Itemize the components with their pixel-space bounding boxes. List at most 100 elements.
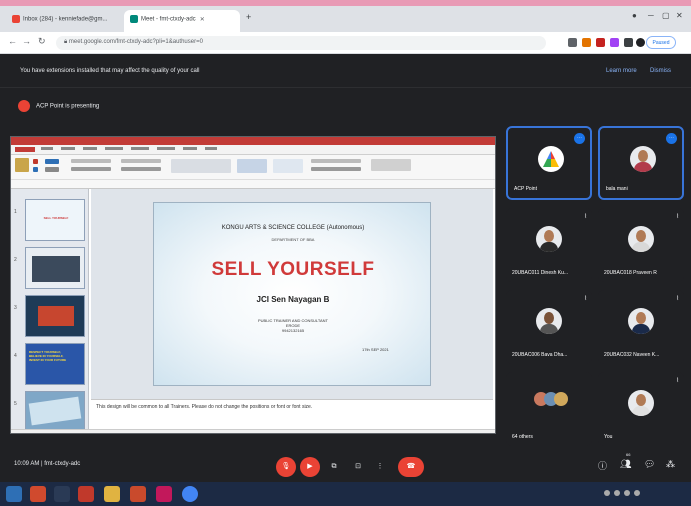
participant-tile[interactable]: ⌇ 20UBAC011 Dinesh Ku... — [506, 208, 592, 282]
banner-message: You have extensions installed that may a… — [20, 68, 200, 74]
present-button[interactable]: ⊡ — [348, 457, 368, 477]
back-icon[interactable]: ← — [8, 36, 17, 46]
people-icon[interactable]: 👥︎ — [620, 459, 631, 470]
current-slide[interactable]: KONGU ARTS & SCIENCE COLLEGE (Autonomous… — [153, 202, 431, 386]
font-box — [71, 159, 111, 163]
extension-puzzle-icon[interactable] — [624, 38, 633, 47]
slide-speaker: JCI Sen Nayagan B — [256, 295, 330, 304]
cut-icon — [33, 159, 38, 164]
tray-icon[interactable] — [604, 490, 610, 496]
ppt-ribbon — [11, 155, 495, 189]
captions-button[interactable]: ⧉ — [324, 457, 344, 477]
start-icon[interactable] — [6, 486, 22, 502]
new-tab-button[interactable]: + — [242, 10, 258, 32]
url-text: meet.google.com/fmt-ctxdy-adc?pli=1&auth… — [68, 39, 203, 45]
tab-meet[interactable]: Meet - fmt-ctxdy-adc ✕ — [124, 10, 240, 32]
close-tab-icon[interactable]: ✕ — [200, 17, 205, 23]
layout-icon — [45, 167, 59, 172]
slide-number: 5 — [14, 401, 17, 407]
mic-off-icon: ⌇ — [676, 214, 679, 220]
slide-department: DEPARTMENT OF BBA — [271, 237, 315, 242]
app-icon[interactable] — [78, 486, 94, 502]
os-taskbar — [0, 482, 691, 506]
chrome-icon[interactable] — [182, 486, 198, 502]
slide-editor: KONGU ARTS & SCIENCE COLLEGE (Autonomous… — [91, 189, 493, 399]
participant-name: 64 others — [512, 434, 533, 440]
participant-tile[interactable]: 64 others — [506, 372, 592, 446]
copy-icon — [33, 167, 38, 172]
extension-icon[interactable] — [596, 38, 605, 47]
browser-tab-bar: Inbox (284) - kenniefade@gm... Meet - fm… — [0, 6, 691, 32]
participant-name: ACP Point — [514, 186, 537, 192]
participant-avatar — [630, 146, 656, 172]
participant-name: You — [604, 434, 613, 440]
participant-avatar — [628, 308, 654, 334]
meeting-details: 10:09 AM | fmt-ctxdy-adc — [14, 461, 80, 467]
meeting-code: fmt-ctxdy-adc — [44, 461, 81, 467]
ppt-file-tab — [15, 147, 35, 152]
participant-tile[interactable]: ⌇ 20UBAC018 Praveen R — [598, 208, 684, 282]
camera-toggle-button[interactable]: ▶︎ — [300, 457, 320, 477]
avatar — [554, 392, 568, 406]
activities-icon[interactable]: ⁂ — [666, 459, 675, 470]
url-field[interactable]: 🔒︎ meet.google.com/fmt-ctxdy-adc?pli=1&a… — [56, 36, 546, 50]
participant-tile[interactable]: ⌇ 20UBAC032 Naveen K... — [598, 290, 684, 364]
paragraph-icons — [121, 159, 161, 163]
tray-icon[interactable] — [614, 490, 620, 496]
slide-thumbnail[interactable]: SELL YOURSELF — [25, 199, 85, 241]
network-icon[interactable] — [634, 490, 640, 496]
participant-name: 20UBAC006 Bava Dha... — [512, 352, 568, 358]
app-icon[interactable] — [54, 486, 70, 502]
address-bar: ← → ↻ 🔒︎ meet.google.com/fmt-ctxdy-adc?p… — [0, 32, 691, 54]
close-window-icon[interactable]: ✕ — [676, 11, 683, 20]
reload-icon[interactable]: ↻ — [38, 36, 46, 47]
slide-role: PUBLIC TRAINER AND CONSULTANT ERODE 9942… — [154, 318, 432, 333]
participant-tile[interactable]: ⋯ ACP Point — [506, 126, 592, 200]
extension-icon[interactable] — [610, 38, 619, 47]
mic-off-icon: ⌇ — [584, 296, 587, 302]
volume-icon[interactable] — [624, 490, 630, 496]
slide-role-line: 9942132165 — [281, 328, 305, 333]
ppt-review-tab — [183, 147, 197, 150]
forward-icon[interactable]: → — [22, 36, 31, 46]
participant-tile[interactable]: ⋯ bala mani — [598, 126, 684, 200]
end-call-button[interactable]: ☎︎ — [398, 457, 424, 477]
more-options-button[interactable]: ⋮ — [370, 457, 390, 477]
profile-dot-icon[interactable]: ● — [632, 11, 637, 20]
chat-icon[interactable]: 💬︎ — [644, 459, 655, 470]
others-avatars — [534, 392, 568, 408]
slide-thumbnail[interactable] — [25, 295, 85, 337]
speaker-notes[interactable]: This design will be common to all Traine… — [91, 399, 493, 429]
star-icon[interactable] — [568, 38, 577, 47]
tab-gmail[interactable]: Inbox (284) - kenniefade@gm... — [6, 10, 122, 32]
file-explorer-icon[interactable] — [104, 486, 120, 502]
shapes-gallery — [171, 159, 231, 173]
minimize-icon[interactable]: ─ — [648, 11, 654, 20]
app-icon[interactable] — [30, 486, 46, 502]
info-icon[interactable]: ⓘ — [598, 459, 607, 472]
slide-thumbnail[interactable]: RESPECT YOURSELF, BELIEVE IN YOURSELF, I… — [25, 343, 85, 385]
slide-thumbnail[interactable] — [25, 247, 85, 289]
maximize-icon[interactable]: ▢ — [662, 11, 670, 20]
tab-meet-title: Meet - fmt-ctxdy-adc — [141, 16, 196, 23]
slide-thumbnail[interactable] — [25, 391, 85, 433]
mic-toggle-button[interactable]: 🎙︎ — [276, 457, 296, 477]
paused-sync-button[interactable]: Paused — [646, 36, 676, 49]
dismiss-link[interactable]: Dismiss — [650, 68, 671, 74]
shape-fill-icon — [311, 159, 361, 163]
app-icon[interactable] — [156, 486, 172, 502]
extension-icon[interactable] — [582, 38, 591, 47]
presenting-notice: ACP Point is presenting — [18, 100, 99, 112]
meet-icon — [130, 15, 138, 23]
slides-pane: 1 SELL YOURSELF 2 3 4 RESPECT YOURSELF, … — [11, 189, 89, 433]
learn-more-link[interactable]: Learn more — [606, 68, 637, 74]
profile-avatar[interactable] — [636, 38, 645, 47]
speaking-indicator-icon: ⋯ — [666, 133, 677, 144]
mic-off-icon: ⌇ — [676, 296, 679, 302]
participant-tile[interactable]: ⌇ 20UBAC006 Bava Dha... — [506, 290, 592, 364]
participant-name: bala mani — [606, 186, 628, 192]
participant-avatar — [628, 226, 654, 252]
mic-off-icon: ⌇ — [584, 214, 587, 220]
powerpoint-icon[interactable] — [130, 486, 146, 502]
participant-tile[interactable]: ⌇ You — [598, 372, 684, 446]
